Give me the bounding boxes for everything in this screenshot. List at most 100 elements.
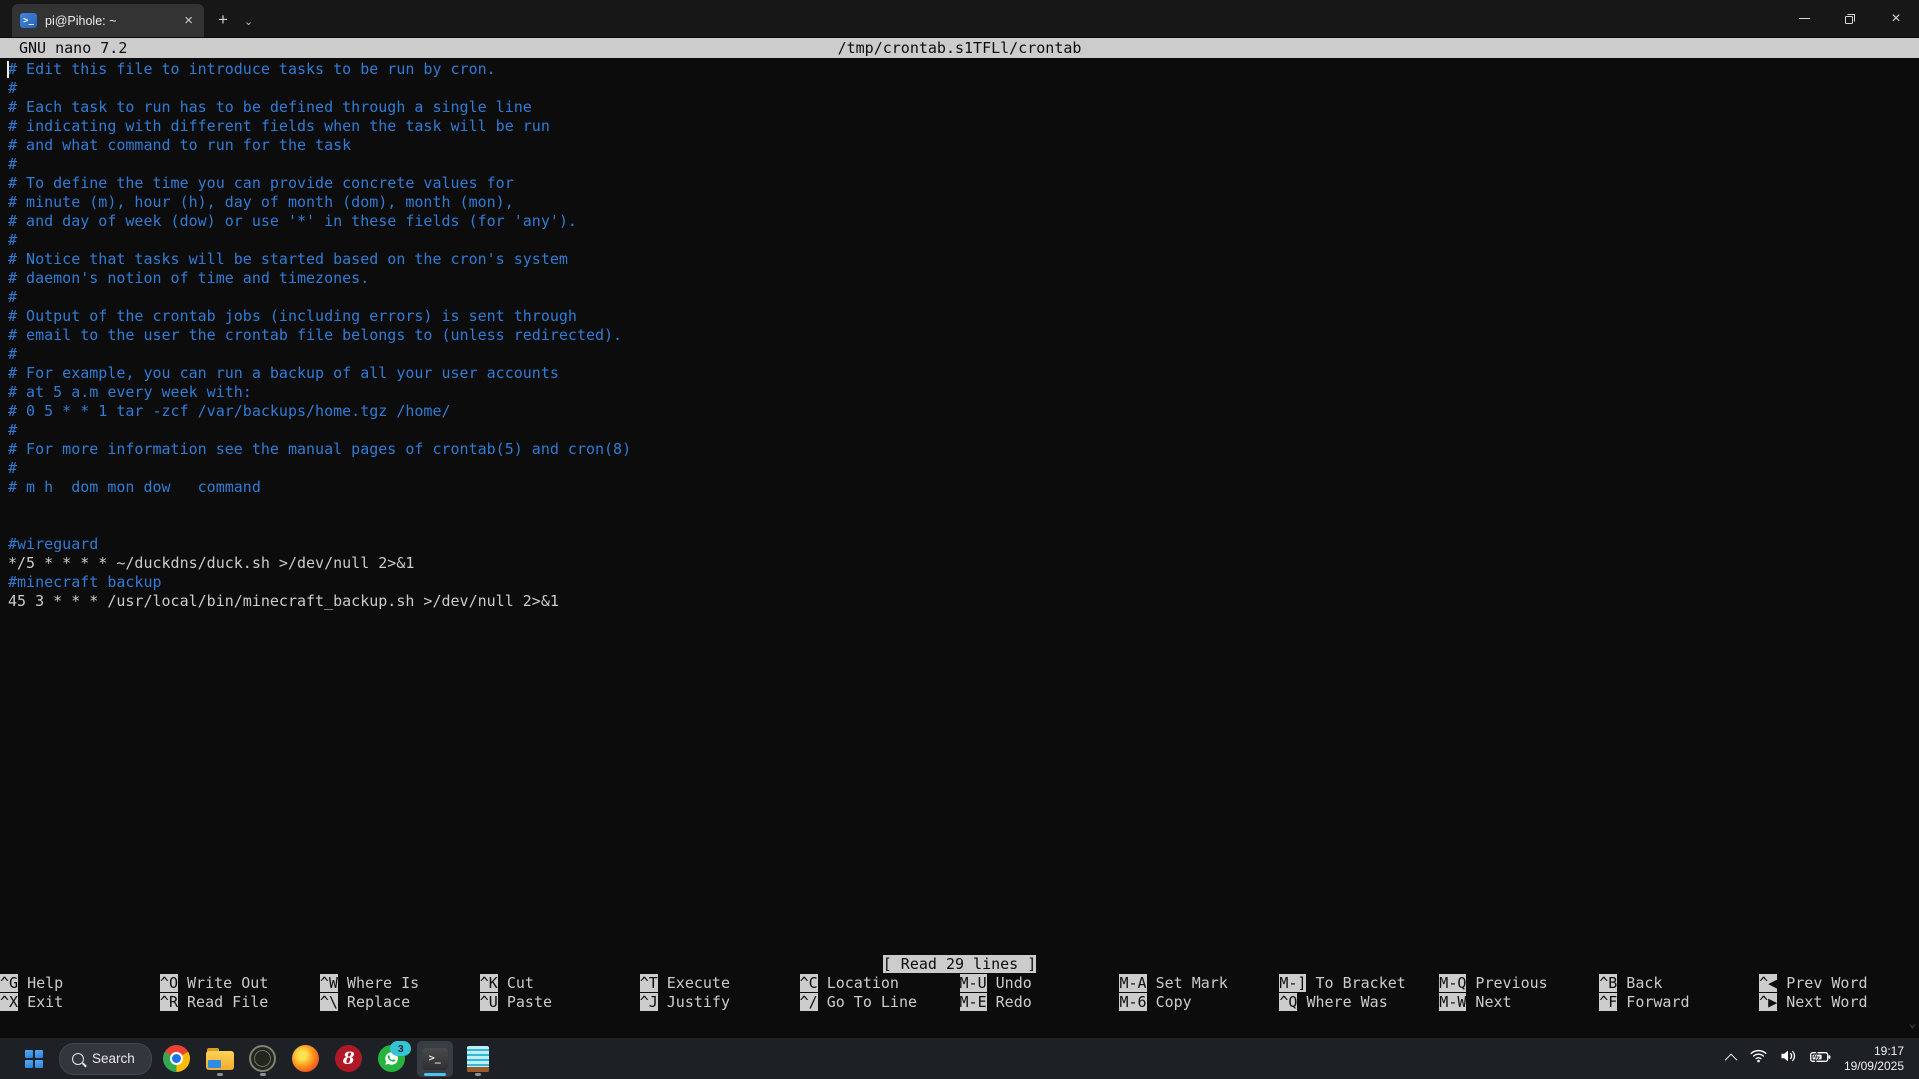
shortcut-key: ^J: [640, 993, 658, 1011]
shortcut-label: Next Word: [1777, 993, 1867, 1011]
clock-time: 19:17: [1844, 1044, 1904, 1059]
editor-line: #: [8, 459, 1905, 478]
volume-icon[interactable]: [1780, 1049, 1797, 1068]
window-titlebar: >_ pi@Pihole: ~ × + ⌄ ×: [0, 0, 1919, 37]
editor-line: # Each task to run has to be defined thr…: [8, 98, 1905, 117]
shortcut-label: Redo: [987, 993, 1032, 1011]
editor-line: # For more information see the manual pa…: [8, 440, 1905, 459]
nano-footer: [ Read 29 lines ] ^G Help^O Write Out^W …: [0, 955, 1919, 1012]
shortcut-label: Write Out: [178, 974, 268, 992]
editor-line: #: [8, 288, 1905, 307]
editor-line: 45 3 * * * /usr/local/bin/minecraft_back…: [8, 592, 1905, 611]
shortcut-key: ^▶: [1759, 993, 1777, 1011]
nano-shortcut: M-E Redo: [960, 993, 1120, 1012]
shortcut-key: ^O: [160, 974, 178, 992]
scrollbar-down-arrow[interactable]: ⌄: [1909, 1016, 1916, 1030]
shortcut-label: Replace: [338, 993, 410, 1011]
nano-shortcut: ^O Write Out: [160, 974, 320, 993]
tab-close-icon[interactable]: ×: [181, 13, 196, 28]
editor-line: # and day of week (dow) or use '*' in th…: [8, 212, 1905, 231]
firefox-button[interactable]: [288, 1041, 324, 1077]
start-button[interactable]: [16, 1041, 52, 1077]
editor-line: #wireguard: [8, 535, 1905, 554]
editor-line: #: [8, 231, 1905, 250]
chrome-icon: [163, 1045, 190, 1072]
window-controls: ×: [1781, 0, 1919, 37]
new-tab-button[interactable]: +: [218, 10, 228, 30]
shortcut-key: ^X: [0, 993, 18, 1011]
editor-line: # email to the user the crontab file bel…: [8, 326, 1905, 345]
battery-charging-icon[interactable]: [1810, 1050, 1831, 1068]
shortcut-label: Forward: [1617, 993, 1689, 1011]
nano-shortcut: M-W Next: [1439, 993, 1599, 1012]
screen: >_ pi@Pihole: ~ × + ⌄ × GNU nano 7.2 /tm…: [0, 0, 1919, 1079]
shortcut-label: Prev Word: [1777, 974, 1867, 992]
editor-line: # minute (m), hour (h), day of month (do…: [8, 193, 1905, 212]
folder-icon: [206, 1048, 234, 1070]
editor-line: # Edit this file to introduce tasks to b…: [8, 60, 1905, 79]
nano-shortcut: ^G Help: [0, 974, 160, 993]
nano-shortcut: ^C Location: [800, 974, 960, 993]
editor-line: # at 5 a.m every week with:: [8, 383, 1905, 402]
whatsapp-button[interactable]: 3: [374, 1041, 410, 1077]
notification-badge: 3: [390, 1041, 411, 1056]
chrome-button[interactable]: [159, 1041, 195, 1077]
terminal-window[interactable]: GNU nano 7.2 /tmp/crontab.s1TFLl/crontab…: [0, 37, 1919, 1038]
editor-content[interactable]: # Edit this file to introduce tasks to b…: [8, 60, 1905, 611]
nano-shortcut: ^U Paste: [480, 993, 640, 1012]
shortcut-key: ^B: [1599, 974, 1617, 992]
shortcut-label: Back: [1617, 974, 1662, 992]
shortcut-key: ^U: [480, 993, 498, 1011]
rings-app-button[interactable]: [245, 1041, 281, 1077]
nano-shortcut: M-A Set Mark: [1119, 974, 1279, 993]
shortcut-row-1: ^G Help^O Write Out^W Where Is^K Cut^T E…: [0, 974, 1919, 993]
shortcut-label: Location: [818, 974, 899, 992]
notepad-button[interactable]: [460, 1041, 496, 1077]
shortcut-key: ^\: [320, 993, 338, 1011]
taskbar-clock[interactable]: 19:17 19/09/2025: [1844, 1044, 1904, 1074]
nano-file-path: /tmp/crontab.s1TFLl/crontab: [0, 39, 1919, 57]
nano-shortcut: ^T Execute: [640, 974, 800, 993]
editor-line: # indicating with different fields when …: [8, 117, 1905, 136]
system-tray: 19:17 19/09/2025: [1728, 1044, 1919, 1074]
terminal-tab[interactable]: >_ pi@Pihole: ~ ×: [12, 4, 204, 37]
shortcut-key: M-W: [1439, 993, 1466, 1011]
nano-shortcut: ^F Forward: [1599, 993, 1759, 1012]
tab-dropdown-icon[interactable]: ⌄: [244, 15, 253, 28]
nano-shortcut: ^K Cut: [480, 974, 640, 993]
editor-line: # For example, you can run a backup of a…: [8, 364, 1905, 383]
shortcut-row-2: ^X Exit^R Read File^\ Replace^U Paste^J …: [0, 993, 1919, 1012]
text-cursor: [7, 61, 9, 78]
shortcut-label: Go To Line: [818, 993, 917, 1011]
minimize-button[interactable]: [1781, 0, 1827, 37]
shortcut-key: ^K: [480, 974, 498, 992]
wifi-icon[interactable]: [1750, 1049, 1767, 1068]
shortcut-label: Execute: [658, 974, 730, 992]
nano-shortcut: ^X Exit: [0, 993, 160, 1012]
search-box[interactable]: Search: [59, 1043, 152, 1075]
shortcut-key: ^◀: [1759, 974, 1777, 992]
restore-button[interactable]: [1827, 0, 1873, 37]
close-button[interactable]: ×: [1873, 0, 1919, 37]
nano-shortcut: ^B Back: [1599, 974, 1759, 993]
red-8-app-button[interactable]: 8: [331, 1041, 367, 1077]
file-explorer-button[interactable]: [202, 1041, 238, 1077]
hidden-icons-chevron-icon[interactable]: [1725, 1054, 1738, 1067]
editor-line: #: [8, 421, 1905, 440]
shortcut-label: Read File: [178, 993, 268, 1011]
nano-shortcut: ^◀ Prev Word: [1759, 974, 1919, 993]
shortcut-key: ^C: [800, 974, 818, 992]
editor-line: # Output of the crontab jobs (including …: [8, 307, 1905, 326]
shortcut-label: Where Was: [1297, 993, 1387, 1011]
running-indicator: [217, 1073, 223, 1076]
nano-shortcut: M-Q Previous: [1439, 974, 1599, 993]
taskbar: Search 8 3 >_: [0, 1038, 1919, 1079]
nano-titlebar: GNU nano 7.2 /tmp/crontab.s1TFLl/crontab: [0, 38, 1919, 58]
windows-terminal-button[interactable]: >_: [417, 1041, 453, 1077]
editor-line: */5 * * * * ~/duckdns/duck.sh >/dev/null…: [8, 554, 1905, 573]
search-icon: [72, 1053, 84, 1065]
nano-shortcut: M-U Undo: [960, 974, 1120, 993]
shortcut-key: M-]: [1279, 974, 1306, 992]
shortcut-key: ^T: [640, 974, 658, 992]
nano-shortcut: M-6 Copy: [1119, 993, 1279, 1012]
